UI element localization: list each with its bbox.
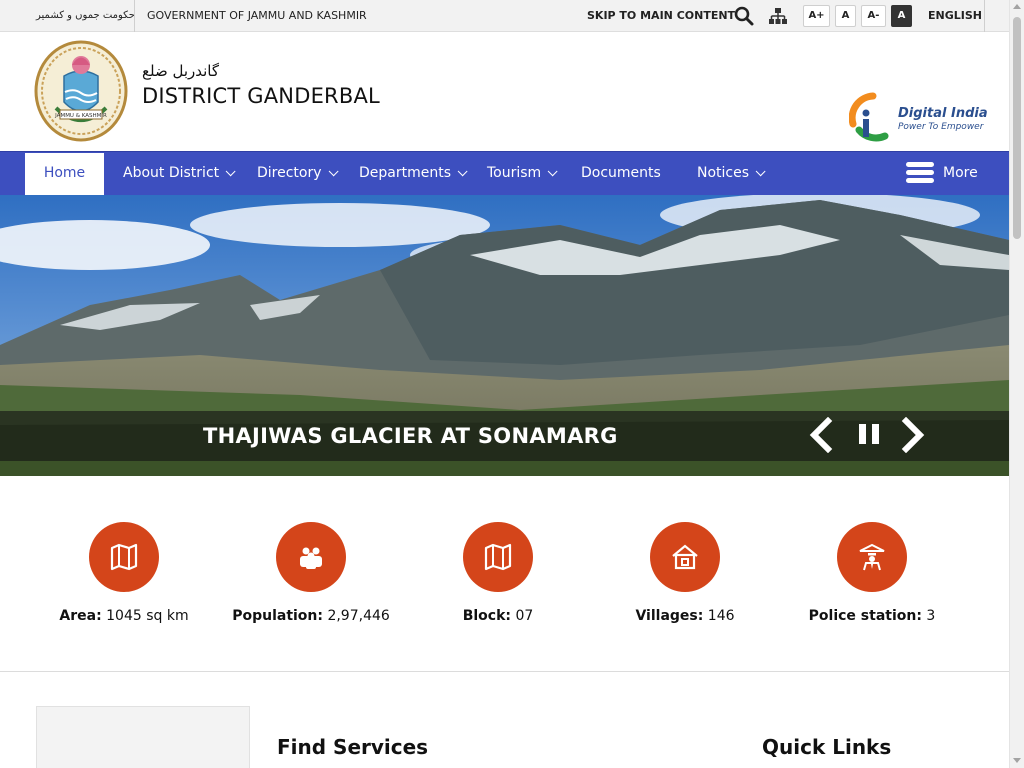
- district-name: DISTRICT GANDERBAL: [142, 84, 380, 108]
- hamburger-menu-icon[interactable]: [906, 162, 936, 184]
- side-widget-box: [36, 706, 250, 768]
- nav-item-documents[interactable]: Documents: [581, 152, 661, 195]
- nav-item-about-district[interactable]: About District: [123, 152, 236, 195]
- map-icon: [463, 522, 533, 592]
- chevron-down-icon: [755, 166, 766, 177]
- nav-item-home[interactable]: Home: [25, 153, 104, 195]
- sitemap-icon[interactable]: [767, 5, 789, 27]
- district-name-urdu: گاندربل ضلع: [142, 62, 219, 80]
- divider: [134, 0, 135, 32]
- more-menu-label[interactable]: More: [943, 152, 978, 194]
- stat-key: Police station:: [808, 608, 922, 624]
- slide-caption: THAJIWAS GLACIER AT SONAMARG: [203, 424, 618, 448]
- search-icon[interactable]: [733, 5, 755, 27]
- stat-value: 2,97,446: [327, 608, 390, 624]
- nav-item-label: About District: [123, 165, 220, 181]
- gov-name-english[interactable]: GOVERNMENT OF JAMMU AND KASHMIR: [147, 0, 367, 32]
- site-header: JAMMU & KASHMIR گاندربل ضلع DISTRICT GAN…: [0, 32, 1009, 151]
- main-nav: Home About District Directory Department…: [0, 151, 1009, 195]
- nav-item-label: Departments: [359, 165, 452, 181]
- digital-india-tagline: Power To Empower: [898, 122, 984, 132]
- people-icon: [276, 522, 346, 592]
- nav-item-label: Notices: [697, 165, 750, 181]
- stat-police-station: Police station: 3: [782, 522, 962, 624]
- scroll-up-arrow-icon[interactable]: [1013, 4, 1021, 9]
- emblem-text: JAMMU & KASHMIR: [54, 113, 107, 119]
- chevron-down-icon: [547, 166, 558, 177]
- hero-slider: THAJIWAS GLACIER AT SONAMARG: [0, 195, 1009, 476]
- stat-block: Block: 07: [408, 522, 588, 624]
- chevron-down-icon: [457, 166, 468, 177]
- scroll-thumb[interactable]: [1013, 17, 1021, 239]
- police-icon: [837, 522, 907, 592]
- stat-value: 1045 sq km: [106, 608, 189, 624]
- chevron-down-icon: [225, 166, 236, 177]
- nav-item-tourism[interactable]: Tourism: [487, 152, 558, 195]
- stat-key: Population:: [232, 608, 323, 624]
- page: حکومت جموں و کشمیر GOVERNMENT OF JAMMU A…: [0, 0, 1009, 768]
- nav-item-departments[interactable]: Departments: [359, 152, 468, 195]
- gov-name-urdu: حکومت جموں و کشمیر: [36, 10, 135, 21]
- stat-value: 3: [926, 608, 936, 624]
- page-scrollbar[interactable]: [1009, 0, 1024, 768]
- high-contrast-button[interactable]: A: [891, 5, 912, 27]
- nav-item-label: Tourism: [487, 165, 542, 181]
- chevron-left-icon[interactable]: [805, 417, 839, 453]
- digital-india-title: Digital India: [898, 106, 988, 121]
- district-stats: Area: 1045 sq km Population: 2,97,446 Bl…: [0, 476, 1009, 672]
- map-icon: [89, 522, 159, 592]
- stat-villages: Villages: 146: [595, 522, 775, 624]
- jk-emblem-logo[interactable]: JAMMU & KASHMIR: [34, 40, 128, 142]
- nav-item-directory[interactable]: Directory: [257, 152, 339, 195]
- stat-key: Villages:: [635, 608, 704, 624]
- gov-top-bar: حکومت جموں و کشمیر GOVERNMENT OF JAMMU A…: [0, 0, 1009, 32]
- divider: [984, 0, 985, 32]
- stat-value: 146: [707, 608, 735, 624]
- quick-links-heading: Quick Links: [762, 735, 892, 759]
- font-decrease-button[interactable]: A-: [861, 5, 886, 27]
- stat-value: 07: [515, 608, 534, 624]
- stat-population: Population: 2,97,446: [221, 522, 401, 624]
- scroll-down-arrow-icon[interactable]: [1013, 758, 1021, 763]
- nav-item-label: Documents: [581, 165, 661, 181]
- skip-to-main-content-link[interactable]: SKIP TO MAIN CONTENT: [587, 0, 735, 32]
- pause-icon[interactable]: [853, 417, 887, 453]
- font-increase-button[interactable]: A+: [803, 5, 830, 27]
- chevron-down-icon: [328, 166, 339, 177]
- stat-key: Area:: [59, 608, 102, 624]
- nav-item-notices[interactable]: Notices: [697, 152, 766, 195]
- stat-key: Block:: [462, 608, 511, 624]
- chevron-right-icon[interactable]: [895, 417, 929, 453]
- language-selector[interactable]: ENGLISH: [928, 0, 982, 32]
- house-icon: [650, 522, 720, 592]
- stat-area: Area: 1045 sq km: [34, 522, 214, 624]
- find-services-heading: Find Services: [277, 735, 429, 759]
- font-normal-button[interactable]: A: [835, 5, 856, 27]
- nav-item-label: Directory: [257, 165, 322, 181]
